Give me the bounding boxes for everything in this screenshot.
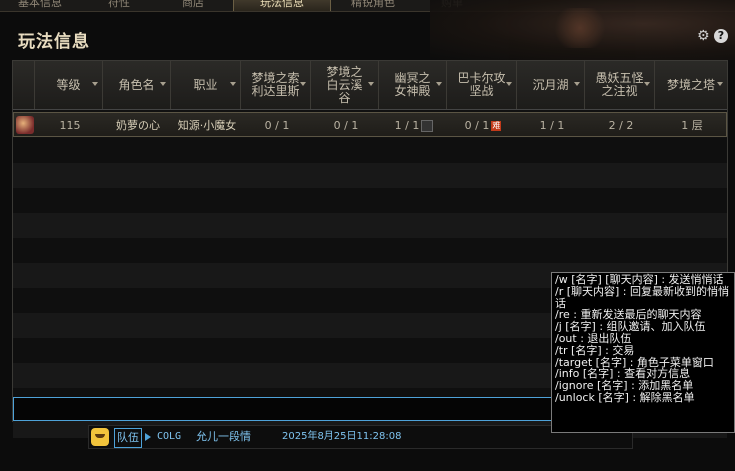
sort-arrow-icon <box>160 82 166 86</box>
row-level: 115 <box>59 119 81 132</box>
help-icon[interactable]: ? <box>714 29 728 43</box>
row-col3: 1 / 1 <box>380 113 448 138</box>
tab-traits[interactable]: 符性 <box>84 0 154 11</box>
sort-arrow-icon <box>717 82 723 86</box>
header-col1[interactable]: 梦境之索利达里斯 <box>241 61 311 109</box>
chat-user[interactable]: 允儿一段情 <box>196 428 251 446</box>
channel-arrow-icon <box>145 433 151 441</box>
empty-row <box>13 188 727 213</box>
sort-arrow-icon <box>230 82 236 86</box>
page-title: 玩法信息 <box>18 32 90 52</box>
row-job: 知源·小魔女 <box>177 119 237 132</box>
row-col5: 1 / 1 <box>539 119 565 132</box>
sort-arrow-icon <box>644 82 650 86</box>
sort-arrow-icon <box>574 82 580 86</box>
gear-icon[interactable]: ⚙ <box>697 29 711 43</box>
empty-row <box>13 213 727 238</box>
row-col7: 1 层 <box>681 119 703 132</box>
row-col4: 0 / 1难 <box>464 119 502 132</box>
header-name[interactable]: 角色名 <box>103 61 171 109</box>
chat-channel-tag: 队伍 <box>114 428 142 448</box>
chat-time: 2025年8月25日11:28:08 <box>282 431 402 442</box>
sort-arrow-icon <box>506 82 512 86</box>
character-avatar-icon <box>16 116 34 134</box>
header-col2[interactable]: 梦境之白云溪谷 <box>311 61 379 109</box>
tooltip-line: /out : 退出队伍 <box>555 331 632 345</box>
row-col1: 0 / 1 <box>264 119 290 132</box>
row-name: 奶萝の心 <box>116 119 160 132</box>
row-col2: 0 / 1 <box>333 119 359 132</box>
header-col4[interactable]: 巴卡尔攻坚战 <box>447 61 517 109</box>
tab-basic-info[interactable]: 基本信息 <box>0 0 80 11</box>
sort-arrow-icon <box>436 82 442 86</box>
empty-row <box>13 238 727 263</box>
header-col7[interactable]: 梦境之塔 <box>655 61 727 109</box>
header-blank <box>13 61 35 109</box>
chat-commands-tooltip: /w [名字] [聊天内容] : 发送悄悄话 /r [聊天内容] : 回复最新收… <box>551 272 735 433</box>
tab-play-info[interactable]: 玩法信息 <box>233 0 331 11</box>
header-col3[interactable]: 幽冥之女神殿 <box>379 61 447 109</box>
header-col5[interactable]: 沉月湖 <box>517 61 585 109</box>
table-header: 等级 角色名 职业 梦境之索利达里斯 梦境之白云溪谷 幽冥之女神殿 巴卡尔攻坚战… <box>13 61 727 110</box>
row-col6: 2 / 2 <box>608 119 634 132</box>
tab-elite-character[interactable]: 精锐角色 <box>333 0 413 11</box>
tooltip-line: /tr [名字] : 交易 <box>555 343 635 357</box>
lock-icon <box>421 120 434 132</box>
header-job[interactable]: 职业 <box>171 61 241 109</box>
tab-shop[interactable]: 商店 <box>158 0 228 11</box>
header-col6[interactable]: 愚妖五怪之注视 <box>585 61 655 109</box>
chat-server: COLG <box>157 431 182 442</box>
empty-row <box>13 138 727 163</box>
empty-row <box>13 163 727 188</box>
sort-arrow-icon <box>368 82 374 86</box>
header-level[interactable]: 等级 <box>35 61 103 109</box>
table-row[interactable]: 115 奶萝の心 知源·小魔女 0 / 1 0 / 1 1 / 1 0 / 1难… <box>13 112 727 137</box>
tooltip-line: /r [聊天内容] : 回复最新收到的悄悄话 <box>555 284 730 310</box>
decorative-art <box>430 0 735 60</box>
tooltip-line: /unlock [名字] : 解除黑名单 <box>555 390 695 404</box>
sort-arrow-icon <box>92 82 98 86</box>
sort-arrow-icon <box>300 82 306 86</box>
emoji-icon[interactable] <box>91 428 109 446</box>
difficulty-badge: 难 <box>491 121 502 131</box>
